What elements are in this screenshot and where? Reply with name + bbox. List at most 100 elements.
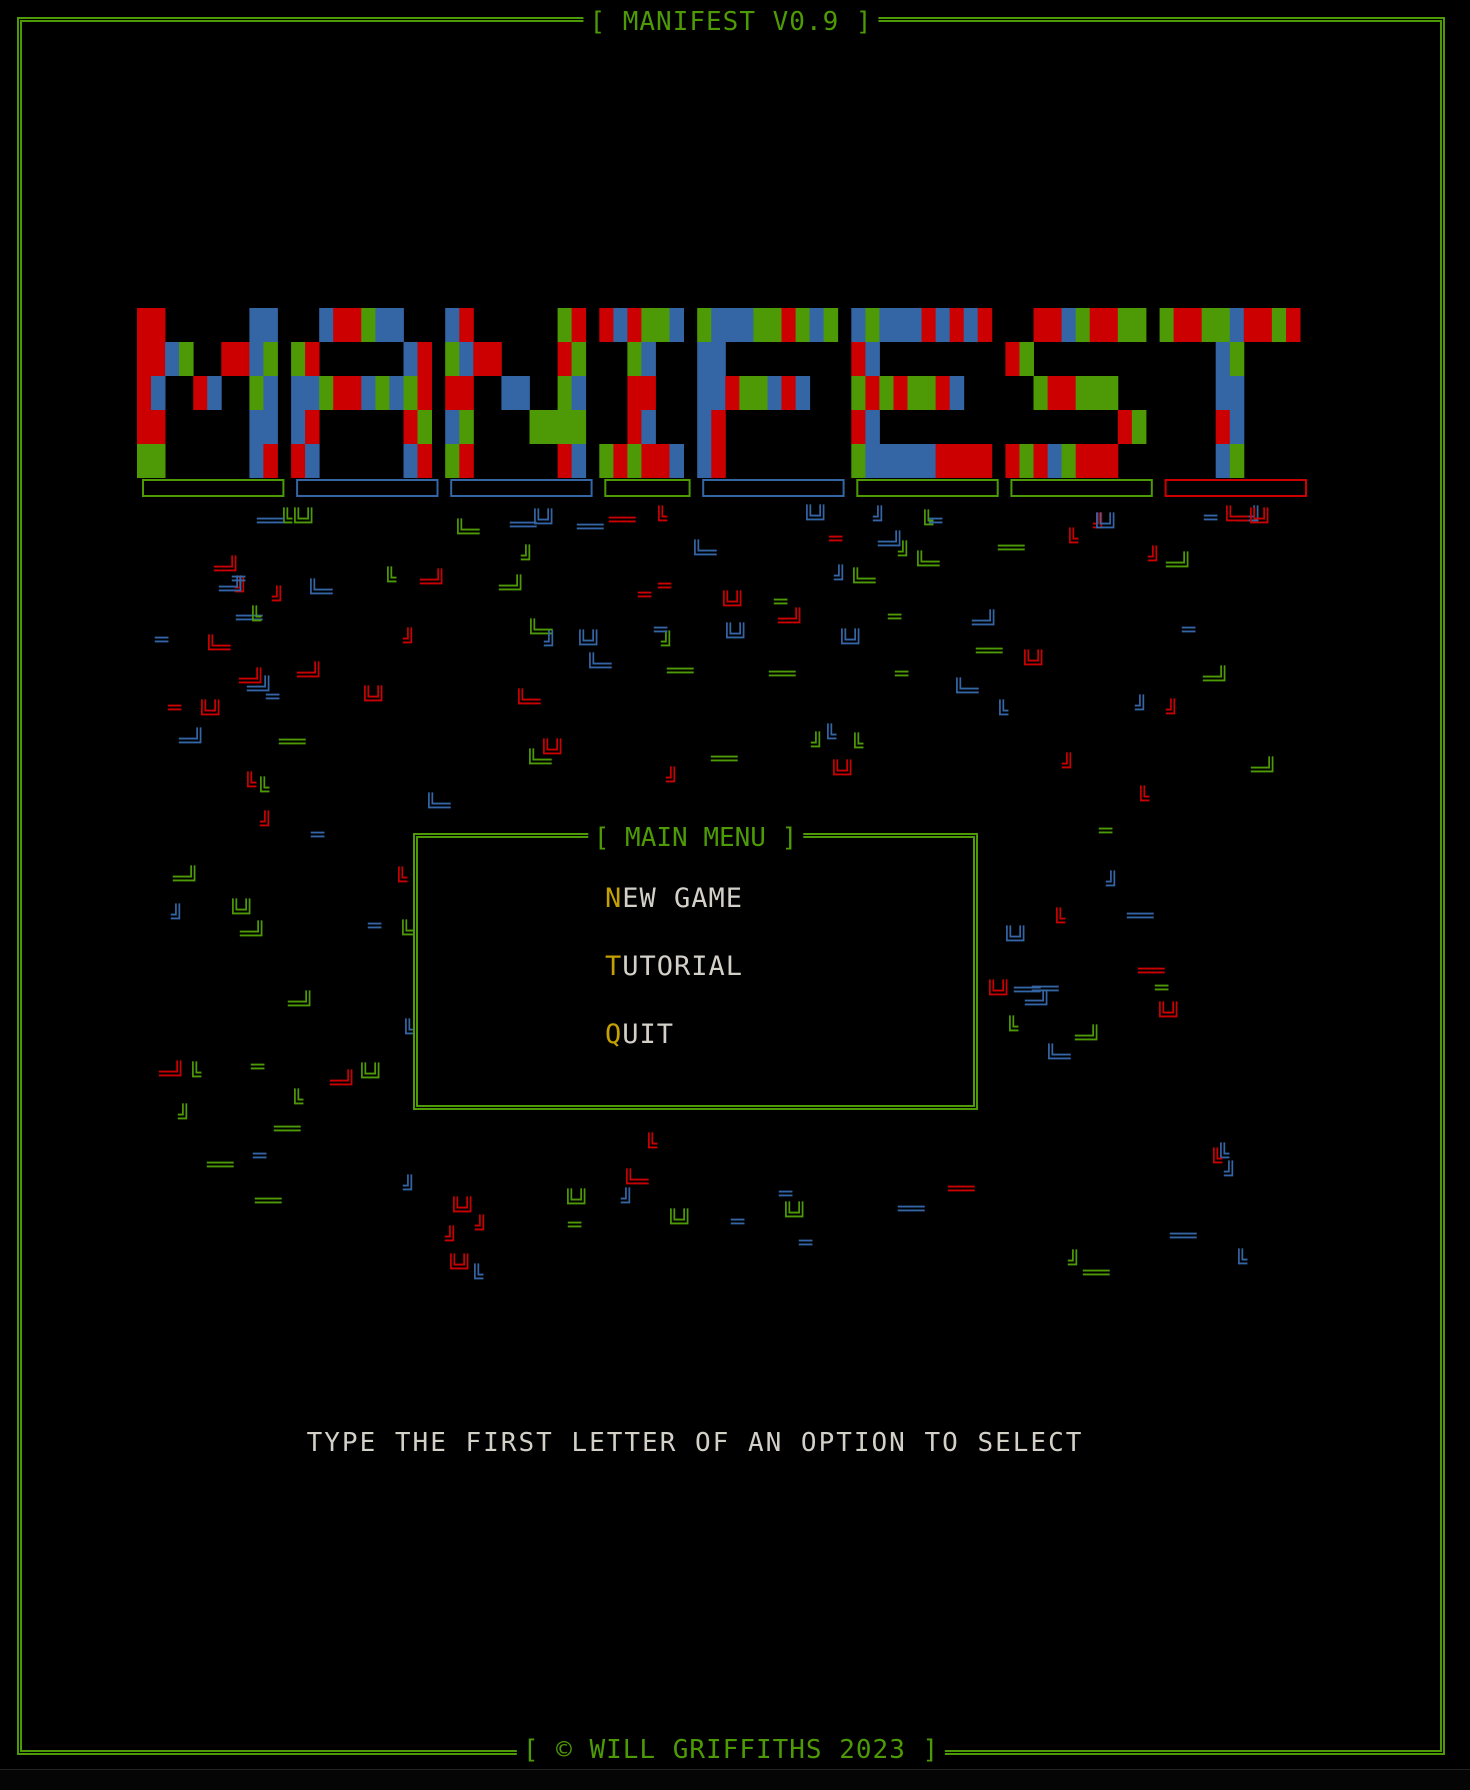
logo-block bbox=[165, 342, 180, 376]
logo-block bbox=[921, 376, 937, 410]
logo-drip-glyph: ╝ bbox=[177, 1103, 191, 1130]
logo-block bbox=[809, 308, 825, 342]
logo-drip-glyph: ╝ bbox=[1223, 1160, 1237, 1187]
logo-block bbox=[1159, 308, 1175, 342]
logo-drip-glyph: ╚╝ bbox=[539, 738, 566, 765]
logo-drip-glyph: ══ bbox=[975, 639, 1003, 664]
logo-block bbox=[977, 308, 993, 342]
logo-block bbox=[879, 308, 894, 342]
logo-drip-glyph: ═╝ bbox=[877, 530, 905, 557]
logo-block bbox=[263, 342, 278, 376]
logo-drip-glyph: ╚ bbox=[1005, 1015, 1019, 1042]
logo-block bbox=[935, 308, 951, 342]
logo-block bbox=[263, 308, 278, 342]
logo-drip-glyph: ═╝ bbox=[1165, 551, 1193, 578]
logo-block bbox=[1075, 376, 1091, 410]
logo-block bbox=[1215, 444, 1231, 478]
logo-block bbox=[865, 376, 880, 410]
logo-block bbox=[361, 376, 376, 410]
logo-drip-glyph: ╚╝ bbox=[1020, 649, 1047, 676]
logo-drip-glyph: ╝ bbox=[402, 1174, 416, 1201]
logo-drip-glyph: ═╝ bbox=[287, 990, 315, 1017]
logo-block bbox=[319, 376, 334, 410]
logo-drip-glyph: ╚╝ bbox=[228, 898, 255, 925]
logo-shadow bbox=[450, 479, 593, 497]
menu-item-tutorial[interactable]: TUTORIAL bbox=[605, 951, 743, 1019]
logo-drip-glyph: ╝ bbox=[402, 627, 416, 654]
logo-block bbox=[613, 308, 628, 342]
logo-block bbox=[1061, 376, 1077, 410]
logo-block bbox=[151, 308, 166, 342]
logo-block bbox=[417, 444, 432, 478]
logo-drip-glyph: ╚ bbox=[1234, 1248, 1248, 1275]
logo-block bbox=[445, 342, 460, 376]
logo-block bbox=[557, 342, 573, 376]
menu-item-label: UIT bbox=[622, 1019, 675, 1050]
logo-block bbox=[781, 308, 796, 342]
hotkey-letter: N bbox=[605, 883, 623, 914]
logo-drip-glyph: ═╝ bbox=[246, 675, 274, 702]
menu-item-quit[interactable]: QUIT bbox=[605, 1019, 743, 1087]
logo-block bbox=[151, 376, 166, 410]
logo-block bbox=[459, 376, 474, 410]
logo-block bbox=[1257, 308, 1273, 342]
logo-block bbox=[599, 308, 614, 342]
logo-drip-glyph: ═╝ bbox=[178, 727, 206, 754]
logo-drip-glyph: ══ bbox=[608, 508, 636, 533]
menu-item-new-game[interactable]: NEW GAME bbox=[605, 883, 743, 951]
logo-drip-glyph: ══ bbox=[256, 509, 284, 534]
logo-drip-glyph: ═ bbox=[657, 574, 672, 599]
logo-drip-glyph: ═ bbox=[887, 605, 902, 630]
logo-drip-glyph: ═╝ bbox=[1074, 1024, 1102, 1051]
logo-drip-glyph: ╚╝ bbox=[666, 1208, 693, 1235]
logo-drip-glyph: ╚═ bbox=[514, 688, 541, 715]
logo-block bbox=[249, 342, 264, 376]
logo-block bbox=[977, 444, 993, 478]
logo-block bbox=[1075, 308, 1091, 342]
logo-block bbox=[1131, 410, 1147, 444]
logo-drip-glyph: ╚ bbox=[654, 505, 668, 532]
logo-block bbox=[949, 376, 965, 410]
logo-block bbox=[571, 376, 587, 410]
logo-block bbox=[1033, 444, 1048, 478]
logo-drip-glyph: ╚╝ bbox=[829, 759, 856, 786]
logo-drip-glyph: ╚═ bbox=[453, 518, 480, 545]
logo-shadow bbox=[702, 479, 845, 497]
logo-drip-glyph: ═ bbox=[894, 662, 909, 687]
logo-block bbox=[1075, 444, 1091, 478]
logo-block bbox=[291, 376, 306, 410]
logo-block bbox=[249, 376, 264, 410]
logo-block bbox=[627, 308, 642, 342]
logo-drip-glyph: ══ bbox=[947, 1177, 975, 1202]
logo-drip-glyph: ╝ bbox=[444, 1225, 458, 1252]
logo-block bbox=[795, 308, 811, 342]
logo-block bbox=[137, 444, 152, 478]
logo-block bbox=[1187, 308, 1203, 342]
logo-drip-glyph: ═ bbox=[1203, 506, 1218, 531]
logo-block bbox=[865, 410, 880, 444]
logo-drip-glyph: ═╝ bbox=[172, 865, 200, 892]
logo-drip-glyph: ╚═ bbox=[306, 578, 333, 605]
logo-drip-glyph: ═╝ bbox=[329, 1069, 357, 1096]
logo-block bbox=[473, 342, 488, 376]
logo-drip-glyph: ╚ bbox=[644, 1132, 658, 1159]
logo-drip-glyph: ╝ bbox=[259, 810, 273, 837]
hotkey-letter: T bbox=[605, 951, 623, 982]
main-menu: [ MAIN MENU ] NEW GAME TUTORIAL QUIT bbox=[413, 823, 978, 1110]
logo-block bbox=[291, 444, 306, 478]
logo-drip-glyph: ══ bbox=[1082, 1261, 1110, 1286]
logo-block bbox=[417, 342, 432, 376]
logo-block bbox=[795, 376, 811, 410]
logo-drip-glyph: ╚═ bbox=[849, 567, 876, 594]
logo-shadow bbox=[604, 479, 691, 497]
logo-block bbox=[571, 308, 587, 342]
logo-block bbox=[1103, 308, 1119, 342]
logo-drip-glyph: ╚╝ bbox=[1246, 507, 1273, 534]
logo-block bbox=[571, 410, 587, 444]
logo-block bbox=[851, 410, 866, 444]
logo-block bbox=[137, 342, 152, 376]
terminal-bottom-edge bbox=[0, 1769, 1470, 1790]
logo-block bbox=[291, 342, 306, 376]
logo-drip-glyph: ╝ bbox=[665, 766, 679, 793]
logo-drip-glyph: ═ bbox=[730, 1210, 745, 1235]
